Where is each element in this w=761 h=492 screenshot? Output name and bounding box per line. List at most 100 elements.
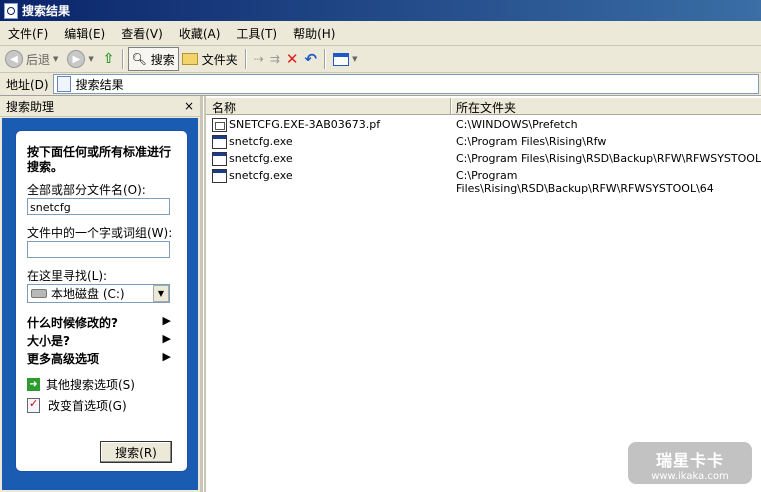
file-folder: C:\Program Files\Rising\RSD\Backup\RFW\R…	[456, 169, 714, 195]
table-row[interactable]: snetcfg.exe C:\Program Files\Rising\RSD\…	[206, 150, 761, 167]
change-preferences-label: 改变首选项(G)	[48, 399, 127, 413]
search-button[interactable]: 🔍︎ 搜索	[127, 47, 179, 71]
move-to-button[interactable]: ⇢	[251, 48, 267, 70]
menu-tools[interactable]: 工具(T)	[228, 25, 285, 42]
search-submit-button[interactable]: 搜索(R)	[100, 441, 172, 463]
up-folder-icon: ⇧	[102, 51, 115, 67]
menu-favorites[interactable]: 收藏(A)	[171, 25, 229, 42]
file-name: snetcfg.exe	[229, 169, 293, 182]
address-value: 搜索结果	[75, 77, 124, 92]
hard-drive-icon	[31, 289, 47, 298]
back-arrow-icon: ◀	[5, 50, 23, 68]
folders-label: 文件夹	[201, 52, 238, 67]
address-bar: 地址(D) 搜索结果	[0, 73, 761, 96]
exe-file-icon	[212, 135, 227, 149]
pane-body: 按下面任何或所有标准进行搜索。 全部或部分文件名(O): snetcfg 文件中…	[2, 118, 198, 490]
forward-button[interactable]: ▶ ▼	[64, 48, 99, 70]
file-folder: C:\Program Files\Rising\Rfw	[456, 135, 607, 148]
exe-file-icon	[212, 169, 227, 183]
look-in-select[interactable]: 本地磁盘 (C:) ▼	[27, 284, 170, 303]
search-label: 搜索	[150, 52, 175, 67]
when-modified-toggle[interactable]: 什么时候修改的? ▶	[27, 314, 171, 331]
toolbar: ◀ 后退 ▼ ▶ ▼ ⇧ 🔍︎ 搜索 文件夹 ⇢ ⇉ ✕ ↶ ▼	[0, 46, 761, 73]
other-search-options-link[interactable]: ➜ 其他搜索选项(S)	[27, 376, 135, 393]
views-dropdown-icon[interactable]: ▼	[352, 55, 357, 63]
back-button[interactable]: ◀ 后退 ▼	[2, 48, 64, 70]
file-name: snetcfg.exe	[229, 135, 293, 148]
look-in-label: 在这里寻找(L):	[27, 269, 108, 283]
pane-title: 搜索助理	[6, 99, 55, 114]
toolbar-separator	[324, 49, 327, 69]
column-name-header[interactable]: 名称	[212, 99, 236, 116]
chevron-right-icon: ▶	[162, 314, 171, 327]
when-modified-label: 什么时候修改的?	[27, 316, 118, 330]
forward-arrow-icon: ▶	[67, 50, 86, 68]
file-name: SNETCFG.EXE-3AB03673.pf	[229, 118, 381, 131]
exe-file-icon	[212, 152, 227, 166]
chevron-right-icon: ▶	[162, 350, 171, 363]
advanced-options-toggle[interactable]: 更多高级选项 ▶	[27, 350, 171, 367]
menu-bar: 文件(F) 编辑(E) 查看(V) 收藏(A) 工具(T) 帮助(H)	[0, 21, 761, 46]
search-results-icon	[56, 76, 71, 92]
table-row[interactable]: SNETCFG.EXE-3AB03673.pf C:\WINDOWS\Prefe…	[206, 116, 761, 133]
toolbar-separator	[244, 49, 247, 69]
search-icon: 🔍︎	[131, 52, 147, 66]
menu-view[interactable]: 查看(V)	[113, 25, 171, 42]
back-dropdown-icon[interactable]: ▼	[53, 55, 58, 63]
watermark-url: www.ikaka.com	[651, 471, 729, 482]
copy-to-button[interactable]: ⇉	[267, 48, 283, 70]
phrase-label: 文件中的一个字或词组(W):	[27, 226, 173, 240]
search-hint: 按下面任何或所有标准进行搜索。	[27, 145, 172, 174]
advanced-options-label: 更多高级选项	[27, 352, 100, 366]
menu-file[interactable]: 文件(F)	[0, 25, 56, 42]
phrase-input[interactable]	[27, 241, 170, 258]
forward-dropdown-icon[interactable]: ▼	[88, 55, 93, 63]
column-divider[interactable]	[450, 98, 452, 114]
filename-label: 全部或部分文件名(O):	[27, 183, 146, 197]
results-list: 名称 所在文件夹 SNETCFG.EXE-3AB03673.pf C:\WIND…	[204, 96, 761, 492]
column-folder-header[interactable]: 所在文件夹	[456, 99, 516, 116]
back-label: 后退	[26, 52, 51, 67]
search-assistant-pane: 搜索助理 × 按下面任何或所有标准进行搜索。 全部或部分文件名(O): snet…	[0, 96, 203, 492]
chevron-right-icon: ▶	[162, 332, 171, 345]
close-icon[interactable]: ×	[184, 99, 194, 113]
window-title: 搜索结果	[22, 4, 71, 18]
watermark-brand: 瑞星卡卡	[655, 451, 724, 470]
table-row[interactable]: snetcfg.exe C:\Program Files\Rising\RSD\…	[206, 167, 761, 195]
watermark: 瑞星卡卡 www.ikaka.com	[628, 442, 752, 484]
search-window-icon	[4, 2, 18, 19]
menu-edit[interactable]: 编辑(E)	[56, 25, 113, 42]
size-toggle[interactable]: 大小是? ▶	[27, 332, 171, 349]
chevron-down-icon[interactable]: ▼	[153, 285, 169, 302]
change-preferences-link[interactable]: 改变首选项(G)	[27, 397, 127, 414]
look-in-value: 本地磁盘 (C:)	[51, 287, 125, 301]
undo-button[interactable]: ↶	[302, 48, 321, 70]
preferences-icon	[27, 397, 40, 413]
views-button[interactable]: ▼	[330, 48, 363, 70]
views-icon	[333, 52, 350, 66]
table-row[interactable]: snetcfg.exe C:\Program Files\Rising\Rfw	[206, 133, 761, 150]
move-to-icon: ⇢	[253, 52, 264, 66]
file-folder: C:\Program Files\Rising\RSD\Backup\RFW\R…	[456, 152, 761, 165]
copy-to-icon: ⇉	[269, 52, 280, 66]
search-card: 按下面任何或所有标准进行搜索。 全部或部分文件名(O): snetcfg 文件中…	[15, 130, 188, 472]
other-search-options-label: 其他搜索选项(S)	[46, 378, 135, 392]
address-input[interactable]: 搜索结果	[52, 74, 759, 94]
folders-button[interactable]: 文件夹	[179, 48, 241, 70]
up-button[interactable]: ⇧	[100, 48, 118, 70]
pane-header: 搜索助理 ×	[0, 96, 200, 117]
file-name: snetcfg.exe	[229, 152, 293, 165]
delete-icon: ✕	[285, 50, 299, 68]
menu-help[interactable]: 帮助(H)	[285, 25, 343, 42]
prefetch-file-icon	[212, 118, 227, 132]
undo-icon: ↶	[304, 50, 318, 68]
filename-input[interactable]: snetcfg	[27, 198, 170, 215]
address-label: 地址(D)	[6, 77, 49, 92]
green-arrow-icon: ➜	[27, 378, 40, 391]
title-bar: 搜索结果	[0, 0, 761, 21]
delete-button[interactable]: ✕	[283, 48, 302, 70]
folder-icon	[181, 53, 198, 65]
results-header: 名称 所在文件夹	[206, 98, 761, 115]
toolbar-separator	[121, 49, 124, 69]
size-label: 大小是?	[27, 334, 70, 348]
